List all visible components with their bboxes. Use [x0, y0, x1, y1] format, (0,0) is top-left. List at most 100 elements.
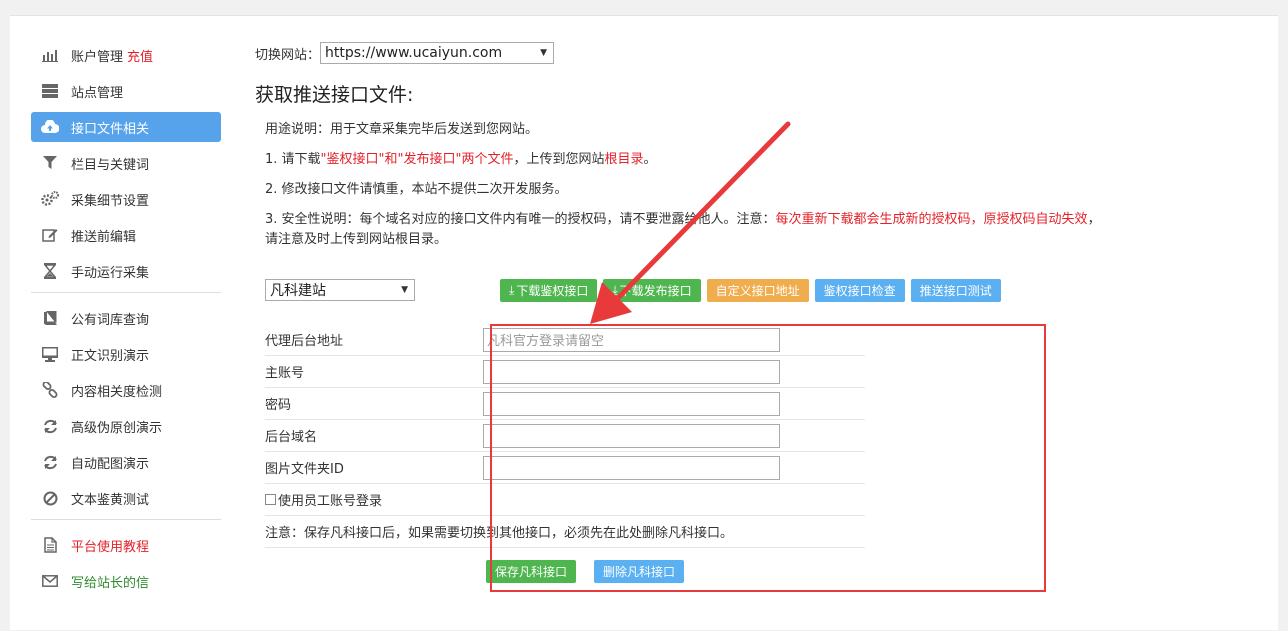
sidebar-item-collect-settings[interactable]: 采集细节设置 [31, 184, 221, 214]
sidebar-divider [31, 519, 221, 520]
sidebar-item-relevance[interactable]: 内容相关度检测 [31, 375, 221, 405]
form-row-staff-login: 使用员工账号登录 [265, 484, 865, 516]
sidebar-item-label: 账户管理 [71, 49, 124, 65]
sidebar-item-letter[interactable]: 写给站长的信 [31, 566, 221, 596]
edit-icon [41, 226, 59, 244]
recharge-link[interactable]: 充值 [127, 46, 153, 65]
form-row-domain: 后台域名 [265, 420, 865, 452]
sidebar: 账户管理 充值 站点管理 接口文件相关 栏目与关键词 采集细节设置 推送前编辑 … [31, 40, 221, 602]
sidebar-item-sites[interactable]: 站点管理 [31, 76, 221, 106]
account-input[interactable] [483, 359, 780, 384]
password-label: 密码 [265, 398, 292, 413]
cms-select-value: 凡科建站 [270, 283, 326, 299]
sidebar-item-label: 栏目与关键词 [71, 157, 150, 173]
site-switch-label: 切换网站： [255, 47, 321, 63]
password-input[interactable] [483, 391, 780, 416]
hourglass-icon [41, 262, 59, 280]
action-buttons: ⤓ 下载鉴权接口 ⤓ 下载发布接口 自定义接口地址 鉴权接口检查 推送接口测试 [500, 279, 1001, 302]
sidebar-item-label: 内容相关度检测 [71, 384, 163, 400]
form-buttons: 保存凡科接口 删除凡科接口 [265, 560, 865, 583]
instructions: 用途说明：用于文章采集完毕后发送到您网站。 1. 请下载"鉴权接口"和"发布接口… [265, 120, 1245, 260]
gears-icon [41, 190, 59, 208]
sidebar-item-pseudo-original[interactable]: 高级伪原创演示 [31, 411, 221, 441]
note-intro: 用途说明：用于文章采集完毕后发送到您网站。 [265, 122, 539, 137]
fanke-config-form: 代理后台地址 凡科官方登录请留空 主账号 密码 后台域名 图片文件夹ID 使用员… [265, 324, 865, 583]
sidebar-item-label: 写给站长的信 [71, 575, 150, 591]
sidebar-item-public-dict[interactable]: 公有词库查询 [31, 303, 221, 333]
sidebar-item-label: 公有词库查询 [71, 312, 150, 328]
book-icon [41, 309, 59, 327]
server-icon [41, 82, 59, 100]
form-row-folder: 图片文件夹ID [265, 452, 865, 484]
folder-label: 图片文件夹ID [265, 462, 344, 477]
note-text: 。 [643, 152, 657, 167]
note-1: 1. 请下载"鉴权接口"和"发布接口"两个文件，上传到您网站根目录。 [265, 150, 1245, 170]
sidebar-item-columns[interactable]: 栏目与关键词 [31, 148, 221, 178]
sidebar-item-label: 文本鉴黄测试 [71, 492, 150, 508]
sidebar-item-account[interactable]: 账户管理 充值 [31, 40, 221, 70]
proxy-input[interactable]: 凡科官方登录请留空 [483, 327, 780, 352]
chevron-down-icon: ▼ [540, 48, 548, 58]
button-label: 下载鉴权接口 [516, 284, 589, 298]
refresh-icon [41, 417, 59, 435]
sidebar-item-auto-image[interactable]: 自动配图演示 [31, 447, 221, 477]
monitor-icon [41, 345, 59, 363]
sidebar-item-manual-run[interactable]: 手动运行采集 [31, 256, 221, 286]
envelope-icon [41, 572, 59, 590]
sidebar-item-label: 手动运行采集 [71, 265, 150, 281]
form-notice: 注意：保存凡科接口后，如果需要切换到其他接口，必须先在此处删除凡科接口。 [265, 526, 734, 541]
sidebar-item-label: 推送前编辑 [71, 229, 137, 245]
cms-select[interactable]: 凡科建站 ▼ [265, 279, 415, 301]
sidebar-item-label: 高级伪原创演示 [71, 420, 163, 436]
bar-chart-icon [41, 46, 59, 64]
sidebar-item-tutorial[interactable]: 平台使用教程 [31, 530, 221, 560]
refresh-icon [41, 453, 59, 471]
form-row-notice: 注意：保存凡科接口后，如果需要切换到其他接口，必须先在此处删除凡科接口。 [265, 516, 865, 548]
note-text: ， [1087, 212, 1101, 227]
domain-label: 后台域名 [265, 430, 318, 445]
save-fanke-button[interactable]: 保存凡科接口 [485, 560, 576, 583]
sidebar-item-label: 正文识别演示 [71, 348, 150, 364]
folder-id-input[interactable] [483, 455, 780, 480]
page-title: 获取推送接口文件: [255, 84, 414, 106]
note-text: 3. 安全性说明：每个域名对应的接口文件内有唯一的授权码，请不要泄露给他人。注意… [265, 212, 776, 227]
link-icon [41, 381, 59, 399]
note-text: 1. 请下载 [265, 152, 321, 167]
note-2: 2. 修改接口文件请慎重，本站不提供二次开发服务。 [265, 182, 568, 197]
domain-input[interactable] [483, 423, 780, 448]
sidebar-item-label: 采集细节设置 [71, 193, 150, 209]
form-row-password: 密码 [265, 388, 865, 420]
sidebar-divider [31, 292, 221, 293]
custom-url-button[interactable]: 自定义接口地址 [706, 279, 809, 302]
sidebar-item-label: 自动配图演示 [71, 456, 150, 472]
download-icon: ⤓ [612, 283, 618, 297]
note-highlight: 根目录 [604, 152, 644, 167]
download-publish-button[interactable]: ⤓ 下载发布接口 [603, 279, 701, 302]
staff-login-checkbox[interactable] [265, 494, 276, 505]
cloud-upload-icon [41, 118, 59, 136]
sidebar-item-api-files[interactable]: 接口文件相关 [31, 112, 221, 142]
download-auth-button[interactable]: ⤓ 下载鉴权接口 [500, 279, 598, 302]
check-auth-button[interactable]: 鉴权接口检查 [814, 279, 905, 302]
form-row-account: 主账号 [265, 356, 865, 388]
note-highlight: "鉴权接口"和"发布接口"两个文件 [320, 152, 514, 167]
filter-icon [41, 154, 59, 172]
site-switch-row: 切换网站： https://www.ucaiyun.com ▼ [255, 42, 555, 64]
sidebar-item-text-recognize[interactable]: 正文识别演示 [31, 339, 221, 369]
sidebar-item-pre-push-edit[interactable]: 推送前编辑 [31, 220, 221, 250]
form-row-proxy: 代理后台地址 凡科官方登录请留空 [265, 324, 865, 356]
note-highlight: 每次重新下载都会生成新的授权码，原授权码自动失效 [775, 212, 1088, 227]
sidebar-item-label: 平台使用教程 [71, 539, 150, 555]
file-icon [41, 536, 59, 554]
site-select[interactable]: https://www.ucaiyun.com ▼ [320, 42, 555, 64]
download-icon: ⤓ [509, 283, 515, 297]
button-label: 下载发布接口 [619, 284, 692, 298]
test-push-button[interactable]: 推送接口测试 [910, 279, 1001, 302]
sidebar-item-porn-check[interactable]: 文本鉴黄测试 [31, 483, 221, 513]
chevron-down-icon: ▼ [401, 285, 408, 295]
delete-fanke-button[interactable]: 删除凡科接口 [594, 560, 685, 583]
site-select-value: https://www.ucaiyun.com [325, 45, 503, 61]
note-text: 请注意及时上传到网站根目录。 [265, 232, 448, 247]
sidebar-item-label: 站点管理 [71, 85, 124, 101]
ban-icon [41, 489, 59, 507]
